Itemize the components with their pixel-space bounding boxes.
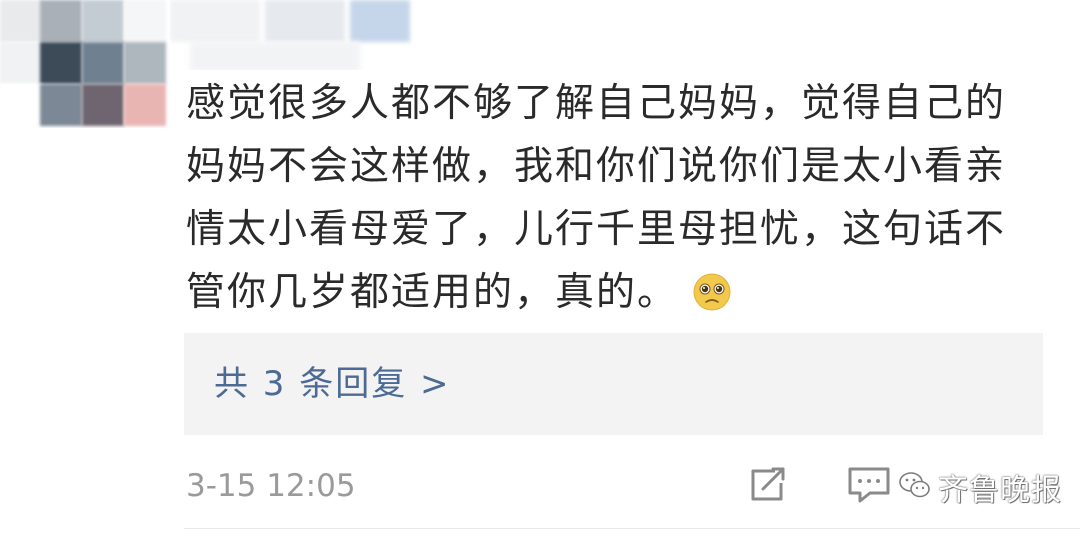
share-icon[interactable] — [745, 465, 791, 505]
replies-panel: 共 3 条回复 > — [184, 333, 1043, 435]
avatar-blur-extension — [170, 0, 420, 70]
watermark: 齐鲁晚报 — [898, 463, 1062, 511]
divider — [184, 528, 1080, 529]
comment-icon[interactable] — [846, 465, 892, 505]
comment-timestamp: 3-15 12:05 — [186, 468, 356, 504]
comment-body: 感觉很多人都不够了解自己妈妈，觉得自己的妈妈不会这样做，我和你们说你们是太小看亲… — [186, 81, 1007, 315]
view-replies-link[interactable]: 共 3 条回复 > — [214, 361, 451, 407]
wechat-logo-icon — [898, 470, 932, 504]
pleading-face-emoji — [692, 268, 732, 331]
avatar[interactable] — [0, 0, 170, 128]
watermark-text: 齐鲁晚报 — [938, 473, 1062, 508]
comment-text: 感觉很多人都不够了解自己妈妈，觉得自己的妈妈不会这样做，我和你们说你们是太小看亲… — [186, 72, 1036, 331]
